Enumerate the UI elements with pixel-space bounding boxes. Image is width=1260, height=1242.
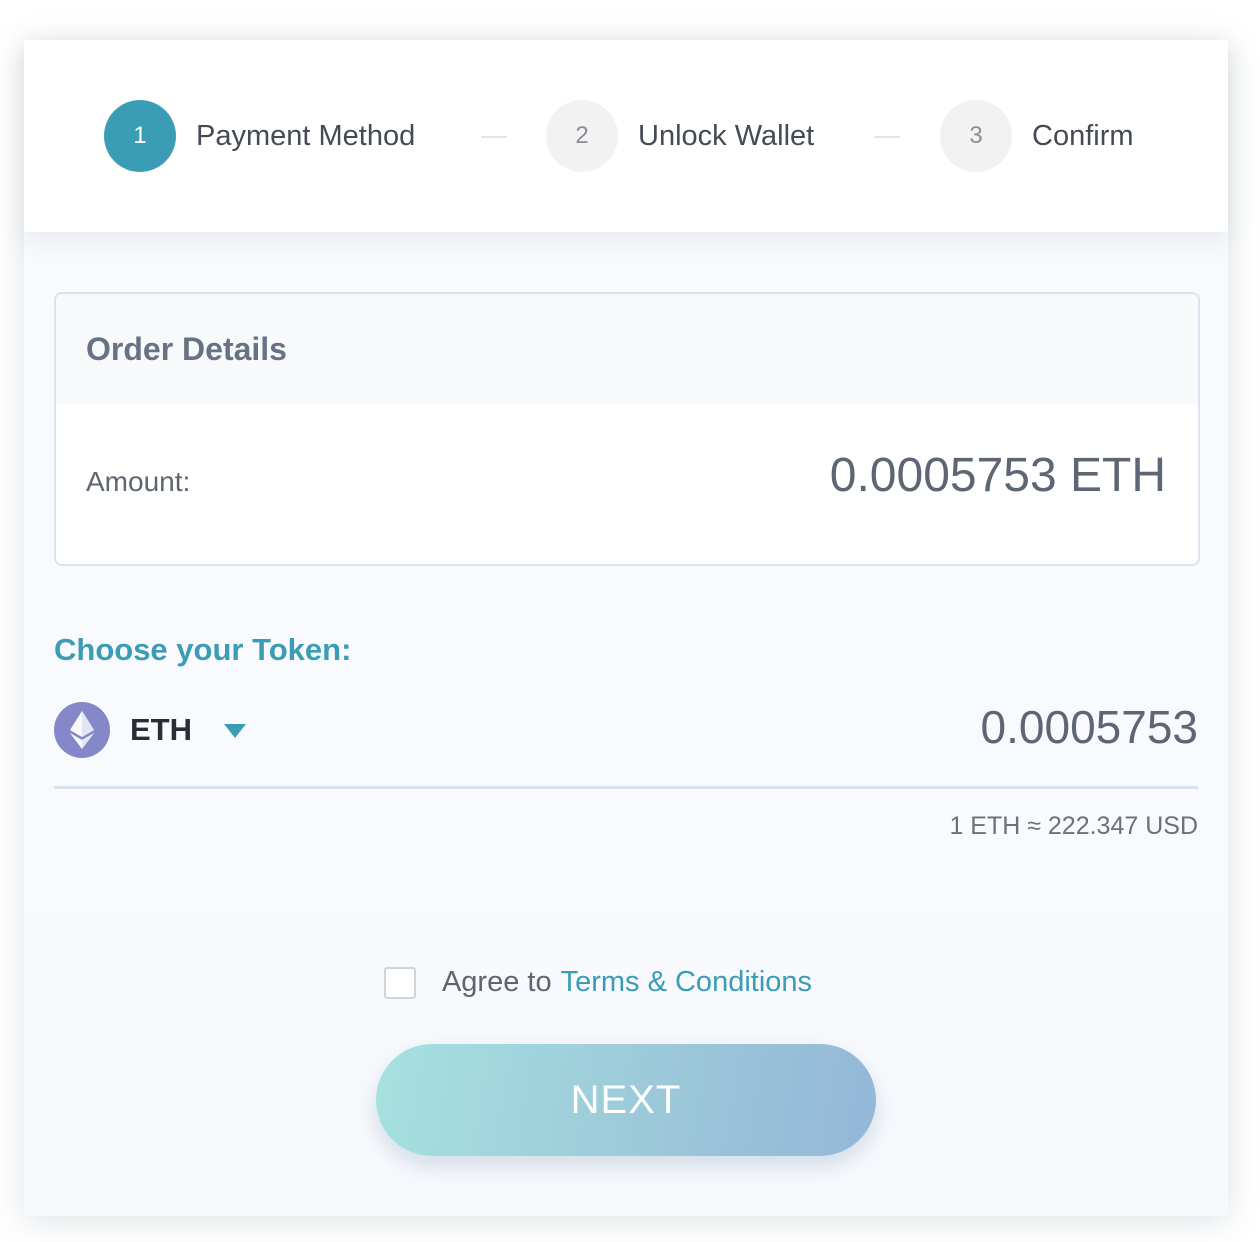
- amount-label: Amount:: [86, 466, 191, 497]
- agree-checkbox[interactable]: [383, 966, 416, 999]
- step-number-badge: 3: [940, 100, 1012, 172]
- amount-row: Amount: 0.0005753 ETH: [56, 404, 1198, 564]
- step-payment-method[interactable]: 1 Payment Method: [104, 100, 415, 172]
- step-separator: [874, 136, 900, 138]
- payment-card: 1 Payment Method 2 Unlock Wallet 3 Confi…: [24, 40, 1228, 1216]
- step-label: Payment Method: [196, 119, 416, 152]
- ethereum-icon[interactable]: [54, 702, 110, 758]
- choose-token-label: Choose your Token:: [54, 632, 352, 667]
- order-details-title: Order Details: [86, 330, 287, 367]
- step-label: Unlock Wallet: [638, 119, 815, 152]
- step-number-badge: 1: [104, 100, 176, 172]
- amount-value: 0.0005753 ETH: [829, 449, 1166, 502]
- token-select[interactable]: ETH: [130, 712, 192, 748]
- stepper: 1 Payment Method 2 Unlock Wallet 3 Confi…: [24, 40, 1228, 232]
- terms-link[interactable]: Terms & Conditions: [561, 966, 812, 999]
- step-confirm[interactable]: 3 Confirm: [940, 100, 1134, 172]
- order-details-box: Order Details Amount: 0.0005753 ETH: [54, 292, 1200, 566]
- step-number-badge: 2: [546, 100, 618, 172]
- exchange-rate: 1 ETH ≈ 222.347 USD: [949, 812, 1198, 840]
- agree-terms: Agree to Terms & Conditions: [24, 966, 1228, 999]
- step-label: Confirm: [1032, 119, 1134, 152]
- token-selector-row: ETH 0.0005753: [54, 700, 1198, 789]
- order-details-header: Order Details: [56, 294, 1198, 404]
- chevron-down-icon[interactable]: [224, 724, 246, 738]
- token-amount-input[interactable]: 0.0005753: [981, 700, 1198, 754]
- agree-text: Agree to: [441, 966, 552, 998]
- next-button[interactable]: NEXT: [376, 1044, 876, 1156]
- step-separator: [481, 136, 507, 138]
- footer: Agree to Terms & Conditions NEXT: [24, 908, 1228, 1216]
- step-unlock-wallet[interactable]: 2 Unlock Wallet: [546, 100, 814, 172]
